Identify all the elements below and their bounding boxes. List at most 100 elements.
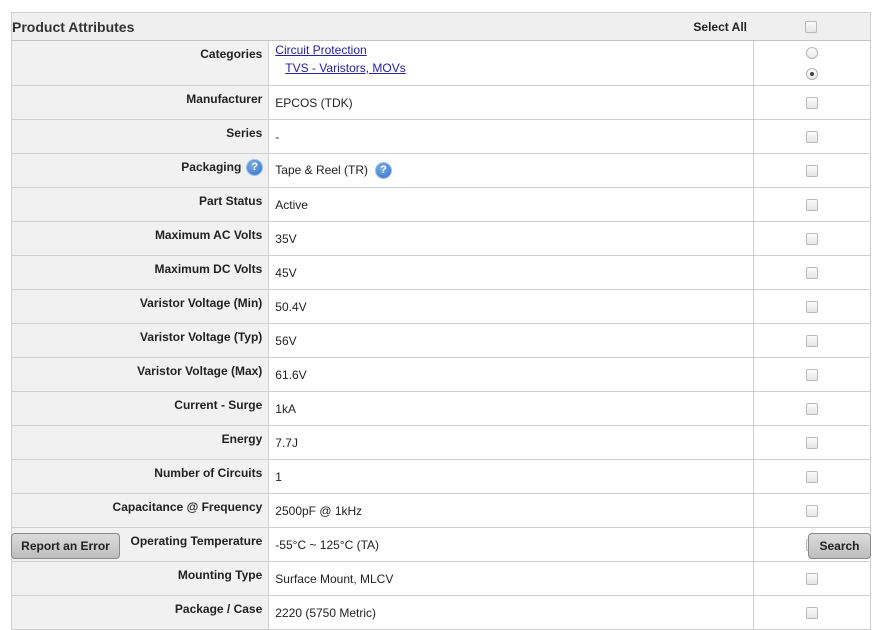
category-radio-tvs-varistors[interactable]: [805, 67, 818, 80]
attribute-label: Varistor Voltage (Max): [137, 364, 263, 378]
table-row: Operating Temperature -55°C ~ 125°C (TA): [10, 527, 872, 562]
row-select-cell: [752, 221, 872, 256]
attribute-value: 50.4V: [275, 299, 307, 314]
row-label: Maximum DC Volts: [10, 255, 270, 290]
row-value-cell: 61.6V: [268, 357, 754, 392]
row-value-cell: 56V: [268, 323, 754, 358]
category-link-circuit-protection[interactable]: Circuit Protection: [275, 43, 753, 57]
attribute-value: Tape & Reel (TR): [275, 162, 368, 177]
row-select-cell: [752, 119, 872, 154]
search-button[interactable]: Search: [808, 533, 871, 559]
row-value-cell: Tape & Reel (TR)?: [268, 153, 754, 188]
table-row: Manufacturer EPCOS (TDK): [10, 85, 872, 120]
table-row: Energy 7.7J: [10, 425, 872, 460]
row-label: Varistor Voltage (Min): [10, 289, 270, 324]
row-value-cell: -55°C ~ 125°C (TA): [268, 527, 754, 562]
attribute-label: Varistor Voltage (Typ): [140, 330, 263, 344]
attribute-value: Surface Mount, MLCV: [275, 571, 394, 586]
attribute-value: 2220 (5750 Metric): [275, 605, 377, 620]
row-select-cell: [752, 561, 872, 596]
row-select-cell: [752, 153, 872, 188]
attribute-value: -55°C ~ 125°C (TA): [275, 537, 380, 552]
row-select-cell: [752, 187, 872, 222]
table-row: Varistor Voltage (Max) 61.6V: [10, 357, 872, 392]
attribute-label: Number of Circuits: [154, 466, 263, 480]
attribute-value: 2500pF @ 1kHz: [275, 503, 363, 518]
row-value-cell: Surface Mount, MLCV: [268, 561, 754, 596]
row-label: Energy: [10, 425, 270, 460]
row-value-cell: 7.7J: [268, 425, 754, 460]
table-row-categories: Categories Circuit Protection TVS - Vari…: [10, 40, 872, 86]
table-header: Product Attributes Select All: [11, 12, 872, 41]
table-row: Varistor Voltage (Typ) 56V: [10, 323, 872, 358]
attribute-value: 56V: [275, 333, 297, 348]
attribute-label: Packaging: [181, 160, 242, 174]
attribute-label: Package / Case: [174, 602, 263, 616]
row-value-cell: Active: [268, 187, 754, 222]
attribute-label: Current - Surge: [174, 398, 263, 412]
panel-title: Product Attributes: [11, 12, 754, 41]
row-select-checkbox[interactable]: [805, 267, 818, 280]
select-all-cell: Select All: [693, 12, 872, 41]
row-select-cell: [752, 595, 872, 630]
row-select-checkbox[interactable]: [805, 607, 818, 620]
attribute-value: Active: [275, 197, 308, 212]
table-row: Series -: [10, 119, 872, 154]
select-all-checkbox[interactable]: [805, 20, 817, 33]
attribute-label: Mounting Type: [177, 568, 263, 582]
row-value-cell: 1kA: [268, 391, 754, 426]
attribute-value: 61.6V: [275, 367, 307, 382]
table-row: Package / Case 2220 (5750 Metric): [10, 595, 872, 630]
row-select-checkbox[interactable]: [805, 573, 818, 586]
row-select-checkbox[interactable]: [805, 335, 818, 348]
categories-value: Circuit Protection TVS - Varistors, MOVs: [268, 40, 754, 86]
row-label: Package / Case: [10, 595, 270, 630]
row-select-checkbox[interactable]: [805, 199, 818, 212]
attribute-value: 35V: [275, 231, 297, 246]
table-row: Current - Surge 1kA: [10, 391, 872, 426]
row-select-checkbox[interactable]: [805, 437, 818, 450]
attributes-table: Product Attributes Select All Categories…: [10, 12, 872, 630]
attribute-value: 7.7J: [275, 435, 298, 450]
category-radio-circuit-protection[interactable]: [805, 46, 818, 59]
row-select-checkbox[interactable]: [805, 131, 818, 144]
product-attributes-panel: Product Attributes Select All Categories…: [10, 12, 872, 630]
row-select-checkbox[interactable]: [805, 165, 818, 178]
table-row: Part Status Active: [10, 187, 872, 222]
table-row: Maximum DC Volts 45V: [10, 255, 872, 290]
attribute-label: Manufacturer: [186, 92, 263, 106]
category-link-tvs-varistors[interactable]: TVS - Varistors, MOVs: [275, 61, 753, 75]
row-select-cell: [752, 85, 872, 120]
row-value-cell: 2220 (5750 Metric): [268, 595, 754, 630]
table-row: Maximum AC Volts 35V: [10, 221, 872, 256]
row-select-cell: [752, 459, 872, 494]
packaging-help-icon[interactable]: ?: [247, 160, 263, 176]
report-error-button[interactable]: Report an Error: [11, 533, 120, 559]
attribute-value: -: [275, 129, 280, 144]
row-label: Number of Circuits: [10, 459, 270, 494]
table-row: Mounting Type Surface Mount, MLCV: [10, 561, 872, 596]
attribute-value: 45V: [275, 265, 297, 280]
row-select-cell: [752, 289, 872, 324]
packaging-value-help-icon[interactable]: ?: [376, 163, 391, 179]
row-value-cell: 35V: [268, 221, 754, 256]
row-select-checkbox[interactable]: [805, 233, 818, 246]
table-row: Capacitance @ Frequency 2500pF @ 1kHz: [10, 493, 872, 528]
row-value-cell: 2500pF @ 1kHz: [268, 493, 754, 528]
row-label: Maximum AC Volts: [10, 221, 270, 256]
row-select-cell: [752, 391, 872, 426]
row-select-checkbox[interactable]: [805, 403, 818, 416]
table-row: Varistor Voltage (Min) 50.4V: [10, 289, 872, 324]
row-select-checkbox[interactable]: [805, 505, 818, 518]
row-label: Part Status: [10, 187, 270, 222]
row-select-checkbox[interactable]: [805, 97, 818, 110]
row-value-cell: 45V: [268, 255, 754, 290]
row-label: Current - Surge: [10, 391, 270, 426]
row-select-checkbox[interactable]: [805, 369, 818, 382]
row-select-cell: [752, 323, 872, 358]
row-select-checkbox[interactable]: [805, 301, 818, 314]
row-select-checkbox[interactable]: [805, 471, 818, 484]
attribute-label: Varistor Voltage (Min): [139, 296, 263, 310]
row-label: Manufacturer: [10, 85, 270, 120]
attribute-label: Part Status: [198, 194, 263, 208]
